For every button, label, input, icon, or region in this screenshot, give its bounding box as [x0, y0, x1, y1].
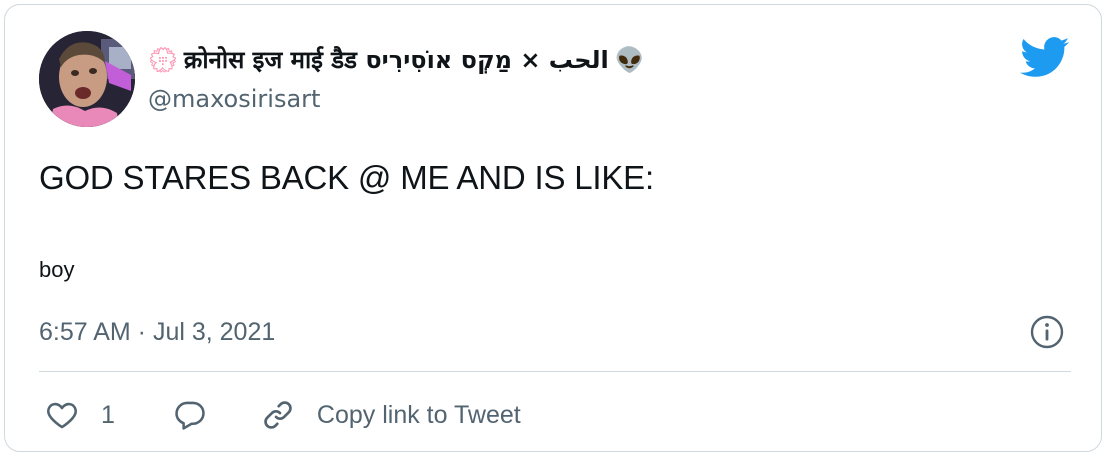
link-icon: [264, 401, 292, 429]
avatar-image: [39, 31, 135, 127]
copy-link-label: Copy link to Tweet: [316, 400, 521, 429]
reply-icon: [175, 401, 205, 430]
tweet-text: GOD STARES BACK @ ME AND IS LIKE:: [39, 159, 654, 196]
flower-emoji-icon: 💮: [148, 45, 178, 74]
tweet-card: 💮 क्रोनोस इज माई डैड الحب × מַקְס אוֹסִי…: [4, 4, 1102, 452]
tweet-subtext: boy: [39, 257, 75, 282]
reply-button[interactable]: [173, 398, 207, 432]
avatar[interactable]: [39, 31, 135, 127]
tweet-timestamp[interactable]: 6:57 AM · Jul 3, 2021: [39, 318, 275, 347]
alien-emoji-icon: 👽: [614, 45, 645, 74]
info-icon[interactable]: [1029, 314, 1065, 350]
display-name[interactable]: 💮 क्रोनोस इज माई डैड الحب × מַקְס אוֹסִי…: [148, 43, 645, 76]
action-bar: 1 Copy link to Tweet: [45, 395, 521, 435]
like-count: 1: [101, 400, 115, 429]
display-name-text: क्रोनोस इज माई डैड الحب × מַקְס אוֹסִירִ…: [183, 46, 609, 74]
divider: [39, 371, 1071, 372]
like-button[interactable]: 1: [45, 398, 173, 432]
user-handle[interactable]: @maxosirisart: [148, 85, 320, 113]
twitter-bird-icon[interactable]: [1020, 37, 1070, 79]
heart-icon: [47, 402, 77, 429]
copy-link-button[interactable]: Copy link to Tweet: [261, 398, 521, 432]
